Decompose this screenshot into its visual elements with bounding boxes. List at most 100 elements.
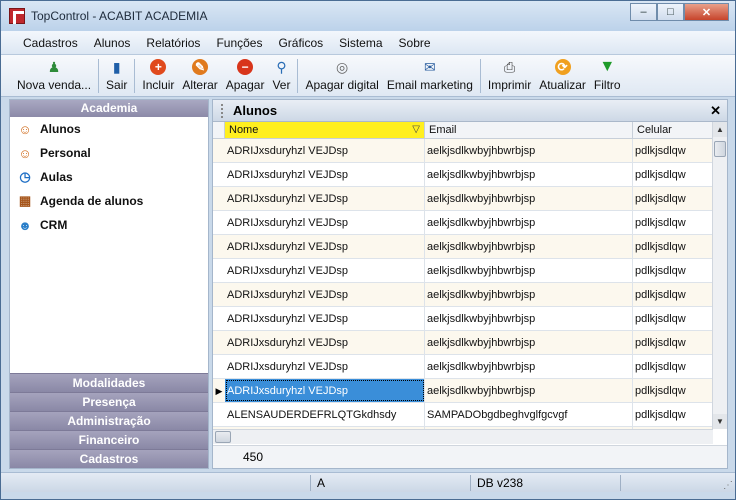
cell-email[interactable]: aelkjsdlkwbyjhbwrbjsp bbox=[425, 355, 633, 378]
cell-email[interactable]: aelkjsdlkwbyjhbwrbjsp bbox=[425, 259, 633, 282]
column-header-nome[interactable]: Nome ▽ bbox=[225, 122, 425, 138]
cell-email[interactable]: aelkjsdlkwbyjhbwrbjsp bbox=[425, 235, 633, 258]
cell-nome[interactable]: ADRIJxsduryhzl VEJDsp bbox=[225, 307, 425, 330]
column-header-celular[interactable]: Celular bbox=[633, 122, 713, 138]
cell-email[interactable]: aelkjsdlkwbyjhbwrbjsp bbox=[425, 307, 633, 330]
sidebar-item-alunos[interactable]: ☺ Alunos bbox=[10, 117, 208, 141]
table-row[interactable]: ADRIJxsduryhzl VEJDspaelkjsdlkwbyjhbwrbj… bbox=[213, 307, 713, 331]
cell-email[interactable]: aelkjsdlkwbyjhbwrbjsp bbox=[425, 139, 633, 162]
table-row[interactable]: ALENSAUDERDEFRLQTGkdhsdy SAMPADObgdbeghvg… bbox=[213, 403, 713, 427]
cell-nome[interactable]: ADRIJxsduryhzl VEJDsp bbox=[225, 355, 425, 378]
cell-nome[interactable]: ADRIJxsduryhzl VEJDsp bbox=[225, 139, 425, 162]
edit-button[interactable]: ✎ Alterar bbox=[178, 55, 221, 92]
minimize-button[interactable]: – bbox=[630, 3, 657, 21]
close-button[interactable]: ✕ bbox=[684, 3, 729, 21]
column-header-email[interactable]: Email bbox=[425, 122, 633, 138]
resize-grip-icon[interactable]: ⋰ bbox=[723, 480, 733, 491]
cell-nome[interactable]: ADRIJxsduryhzl VEJDsp bbox=[225, 283, 425, 306]
cell-celular[interactable]: pdlkjsdlqw bbox=[633, 139, 713, 162]
cell-email[interactable]: aelkjsdlkwbyjhbwrbjsp bbox=[425, 163, 633, 186]
cell-nome[interactable]: ADRIJxsduryhzl VEJDsp bbox=[225, 259, 425, 282]
cell-celular[interactable]: pdlkjsdlqw bbox=[633, 283, 713, 306]
grip-icon bbox=[221, 103, 225, 118]
sidebar: Academia ☺ Alunos ☺ Personal ◷ Aulas ▦ A… bbox=[9, 99, 209, 469]
cell-email[interactable]: aelkjsdlkwbyjhbwrbjsp bbox=[425, 283, 633, 306]
column-filter-icon[interactable]: ▽ bbox=[412, 122, 420, 138]
cell-celular[interactable]: pdlkjsdlqw bbox=[633, 331, 713, 354]
cell-nome[interactable]: ADRIJxsduryhzl VEJDsp bbox=[225, 211, 425, 234]
menu-sistema[interactable]: Sistema bbox=[331, 36, 390, 50]
scroll-up-icon[interactable]: ▲ bbox=[713, 122, 727, 137]
table-row[interactable]: ADRIJxsduryhzl VEJDspaelkjsdlkwbyjhbwrbj… bbox=[213, 355, 713, 379]
table-row[interactable]: ADRIJxsduryhzl VEJDspaelkjsdlkwbyjhbwrbj… bbox=[213, 187, 713, 211]
cell-celular[interactable]: pdlkjsdlqw bbox=[633, 187, 713, 210]
menu-sobre[interactable]: Sobre bbox=[391, 36, 439, 50]
cell-email[interactable]: aelkjsdlkwbyjhbwrbjsp bbox=[425, 187, 633, 210]
table-row[interactable]: ADRIJxsduryhzl VEJDspaelkjsdlkwbyjhbwrbj… bbox=[213, 283, 713, 307]
cell-nome[interactable]: ADRIJxsduryhzl VEJDsp bbox=[225, 163, 425, 186]
table-row[interactable]: ADRIJxsduryhzl VEJDspaelkjsdlkwbyjhbwrbj… bbox=[213, 139, 713, 163]
print-button[interactable]: ⎙ Imprimir bbox=[484, 55, 535, 93]
cell-celular[interactable]: pdlkjsdlqw bbox=[633, 379, 713, 402]
sidebar-item-aulas[interactable]: ◷ Aulas bbox=[10, 165, 208, 189]
menu-cadastros[interactable]: Cadastros bbox=[15, 36, 86, 50]
cell-nome[interactable]: ADRIJxsduryhzl VEJDsp bbox=[225, 235, 425, 258]
table-row[interactable]: ADRIJxsduryhzl VEJDspaelkjsdlkwbyjhbwrbj… bbox=[213, 163, 713, 187]
sidebar-section-presenca[interactable]: Presença bbox=[10, 392, 208, 411]
sidebar-header-academia[interactable]: Academia bbox=[10, 100, 208, 117]
cell-celular[interactable]: pdlkjsdlqw bbox=[633, 163, 713, 186]
grid-body: ADRIJxsduryhzl VEJDsp aelkjsdlkwbyjhbwrbj… bbox=[213, 139, 713, 429]
add-button[interactable]: + Incluir bbox=[138, 55, 178, 92]
exit-button[interactable]: ▮ Sair bbox=[102, 55, 131, 93]
panel-close-icon[interactable]: ✕ bbox=[710, 103, 721, 119]
horizontal-scroll-thumb[interactable] bbox=[215, 431, 231, 443]
cell-celular[interactable]: pdlkjsdlqw bbox=[633, 235, 713, 258]
table-row[interactable]: ▶ ADRIJxsduryhzl VEJDsp aelkjsdlkwbyjhbwrb… bbox=[213, 379, 713, 403]
sidebar-item-crm[interactable]: ☻ CRM bbox=[10, 213, 208, 237]
menu-relatorios[interactable]: Relatórios bbox=[138, 36, 208, 50]
cell-email[interactable]: aelkjsdlkwbyjhbwrbjsp bbox=[425, 211, 633, 234]
delete-button[interactable]: − Apagar bbox=[222, 55, 269, 92]
cell-nome[interactable]: ADRIJxsduryhzl VEJDsp bbox=[225, 379, 425, 402]
cell-celular[interactable]: pdlkjsdlqw bbox=[633, 403, 713, 426]
vertical-scrollbar[interactable]: ▲ ▼ bbox=[712, 122, 727, 429]
sidebar-item-agenda[interactable]: ▦ Agenda de alunos bbox=[10, 189, 208, 213]
delete-fingerprint-button[interactable]: ◎ Apagar digital bbox=[301, 55, 382, 93]
table-row[interactable]: ADRIJxsduryhzl VEJDspaelkjsdlkwbyjhbwrbj… bbox=[213, 211, 713, 235]
table-row[interactable]: ADRIJxsduryhzl VEJDspaelkjsdlkwbyjhbwrbj… bbox=[213, 259, 713, 283]
maximize-button[interactable]: □ bbox=[657, 3, 684, 21]
cell-celular[interactable]: pdlkjsdlqw bbox=[633, 355, 713, 378]
menu-graficos[interactable]: Gráficos bbox=[270, 36, 331, 50]
main-window: TopControl - ACABIT ACADEMIA – □ ✕ Cadas… bbox=[0, 0, 736, 500]
cell-email[interactable]: aelkjsdlkwbyjhbwrbjsp bbox=[425, 379, 633, 402]
delete-icon: − bbox=[236, 58, 254, 76]
sidebar-section-administracao[interactable]: Administração bbox=[10, 411, 208, 430]
sidebar-section-modalidades[interactable]: Modalidades bbox=[10, 373, 208, 392]
table-row[interactable]: ADRIJxsduryhzl VEJDspaelkjsdlkwbyjhbwrbj… bbox=[213, 331, 713, 355]
table-row[interactable]: ADRIJxsduryhzl VEJDspaelkjsdlkwbyjhbwrbj… bbox=[213, 235, 713, 259]
email-marketing-button[interactable]: ✉ Email marketing bbox=[383, 55, 477, 93]
sidebar-section-financeiro[interactable]: Financeiro bbox=[10, 430, 208, 449]
sidebar-item-personal[interactable]: ☺ Personal bbox=[10, 141, 208, 165]
view-button[interactable]: ⚲ Ver bbox=[268, 55, 294, 93]
new-sale-button[interactable]: ♟ Nova venda... bbox=[13, 55, 95, 93]
refresh-button[interactable]: ⟳ Atualizar bbox=[535, 55, 590, 92]
menu-funcoes[interactable]: Funções bbox=[208, 36, 270, 50]
grid-header: Nome ▽ Email Celular bbox=[213, 122, 713, 139]
cell-nome[interactable]: ADRIJxsduryhzl VEJDsp bbox=[225, 331, 425, 354]
menu-alunos[interactable]: Alunos bbox=[86, 36, 139, 50]
cell-email[interactable]: SAMPADObgdbeghvglfgcvgf bbox=[425, 403, 633, 426]
scroll-down-icon[interactable]: ▼ bbox=[713, 414, 727, 429]
scroll-thumb[interactable] bbox=[714, 141, 726, 157]
cell-nome[interactable]: ALENSAUDERDEFRLQTGkdhsdy bbox=[225, 403, 425, 426]
cell-celular[interactable]: pdlkjsdlqw bbox=[633, 211, 713, 234]
cell-celular[interactable]: pdlkjsdlqw bbox=[633, 259, 713, 282]
cell-nome[interactable]: ADRIJxsduryhzl VEJDsp bbox=[225, 187, 425, 210]
title-bar[interactable]: TopControl - ACABIT ACADEMIA – □ ✕ bbox=[1, 1, 735, 31]
record-count-bar: 450 bbox=[213, 445, 727, 468]
filter-button[interactable]: ▼ Filtro bbox=[590, 55, 625, 92]
cell-email[interactable]: aelkjsdlkwbyjhbwrbjsp bbox=[425, 331, 633, 354]
horizontal-scrollbar[interactable] bbox=[213, 429, 713, 444]
cell-celular[interactable]: pdlkjsdlqw bbox=[633, 307, 713, 330]
sidebar-section-cadastros[interactable]: Cadastros bbox=[10, 449, 208, 468]
